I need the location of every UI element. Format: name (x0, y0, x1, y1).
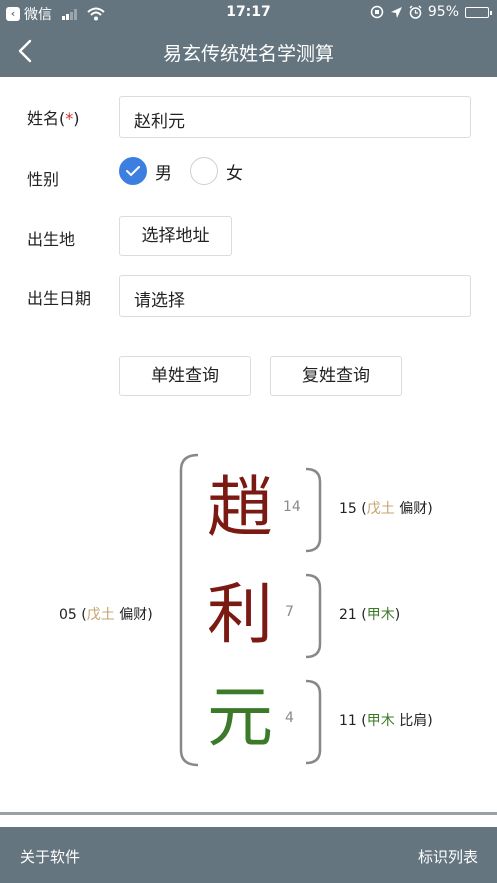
status-right: 95% (370, 4, 492, 20)
name-character-3: 元 (207, 679, 273, 756)
page-title: 易玄传统姓名学测算 (162, 43, 334, 65)
grid-bracket-3 (305, 679, 322, 765)
gender-female-radio[interactable]: 女 (190, 157, 243, 185)
gender-male-label: 男 (155, 163, 172, 184)
status-bar: ‹ 微信 17:17 95% (0, 0, 497, 26)
outer-bracket (179, 453, 199, 767)
bottom-bar: 关于软件 标识列表 (0, 827, 497, 883)
location-icon (390, 6, 402, 18)
element-2: 甲木 (366, 607, 395, 623)
about-software-link[interactable]: 关于软件 (20, 846, 80, 867)
name-character-1: 趙 (207, 469, 273, 546)
gender-label: 性别 (27, 170, 60, 189)
grid-info-1: 15 (戊土 偏财) (339, 501, 433, 517)
select-address-button[interactable]: 选择地址 (119, 216, 232, 256)
stroke-count-2: 7 (285, 604, 294, 620)
grid-info-2: 21 (甲木) (339, 607, 401, 623)
divider (0, 812, 497, 815)
alarm-icon (409, 5, 422, 19)
element-3: 甲木 (366, 713, 395, 729)
stroke-count-3: 4 (285, 710, 294, 726)
radio-empty-icon[interactable] (190, 157, 218, 185)
orientation-lock-icon (370, 5, 384, 19)
grid-bracket-1 (305, 467, 322, 553)
name-character-2: 利 (207, 576, 273, 653)
navigation-bar: 易玄传统姓名学测算 (0, 26, 497, 77)
grid-info-3: 11 (甲木 比肩) (339, 713, 433, 729)
gender-male-radio[interactable]: 男 (119, 157, 172, 185)
outer-element: 戊土 (86, 607, 115, 623)
name-label: 姓名(*) (27, 109, 80, 128)
grid-bracket-2 (305, 573, 322, 659)
birthdate-label: 出生日期 (27, 289, 92, 308)
battery-icon (465, 6, 492, 18)
gender-female-label: 女 (226, 163, 243, 184)
name-input[interactable]: 赵利元 (119, 96, 471, 138)
birthplace-label: 出生地 (27, 230, 76, 249)
legend-list-link[interactable]: 标识列表 (418, 846, 478, 867)
single-surname-query-button[interactable]: 单姓查询 (119, 356, 251, 396)
stroke-count-1: 14 (283, 499, 301, 515)
outer-grid-info: 05 (戊土 偏财) (59, 607, 153, 623)
battery-percent: 95% (427, 4, 459, 20)
birthdate-input[interactable]: 请选择 (119, 275, 471, 317)
element-1: 戊土 (366, 501, 395, 517)
check-icon[interactable] (119, 157, 147, 185)
compound-surname-query-button[interactable]: 复姓查询 (270, 356, 402, 396)
